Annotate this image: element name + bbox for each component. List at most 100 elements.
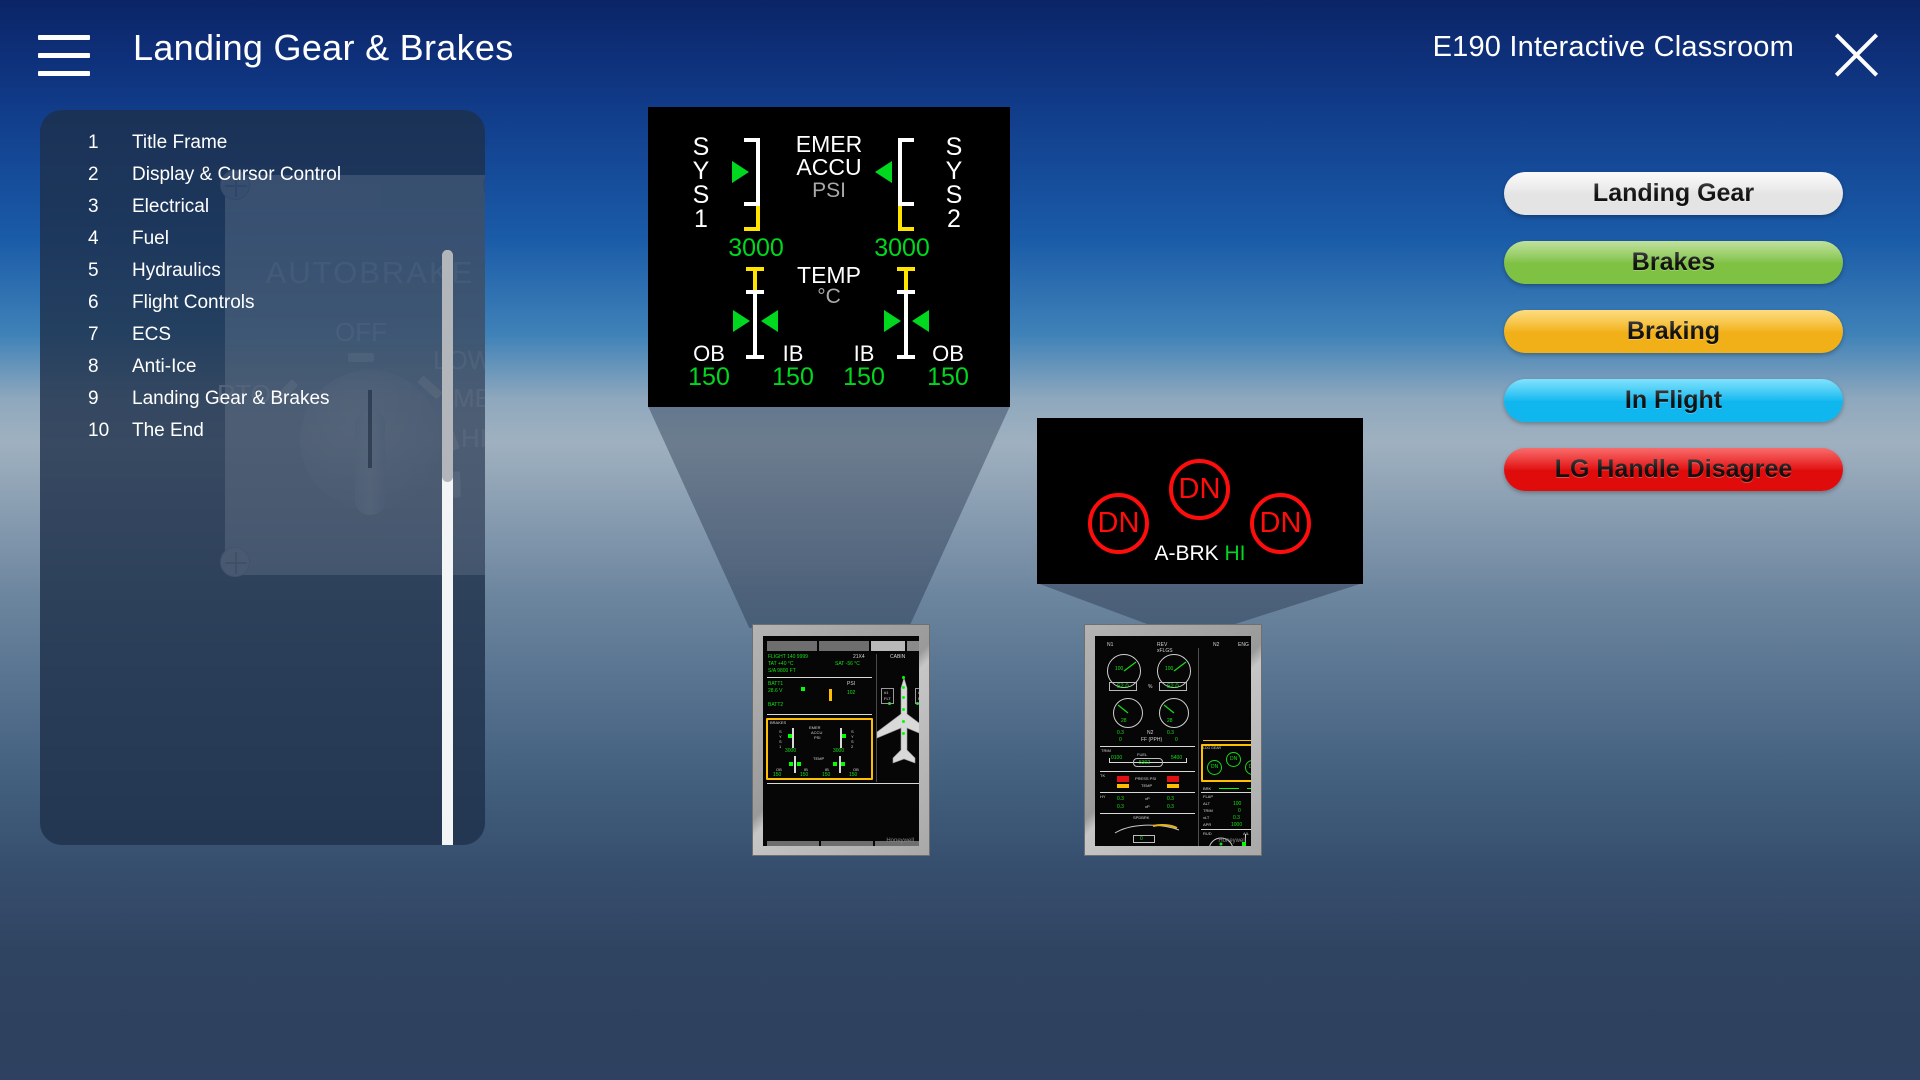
mfd-divider (767, 677, 872, 678)
abrk-value: HI (1224, 542, 1246, 565)
sidebar-item-label: The End (132, 420, 204, 441)
topic-button-column: Landing Gear Brakes Braking In Flight LG… (1504, 172, 1843, 517)
sys1-letter: Y (692, 157, 710, 185)
close-icon[interactable] (1828, 27, 1884, 83)
eicas-amber-line (1203, 740, 1251, 741)
sidebar-item-label: Landing Gear & Brakes (132, 388, 330, 409)
right-brake-tick-mid (897, 290, 915, 294)
left-ib-value: 150 (772, 363, 814, 391)
eicas-thumbnail-screen: N1 REV N2 xFLGS ENG 100 100 52.0 52.0 % (1095, 636, 1251, 846)
sidebar-item-number: 5 (88, 260, 99, 281)
topic-button-braking[interactable]: Braking (1504, 310, 1843, 353)
sidebar-item-display-cursor-control[interactable]: 2 Display & Cursor Control (40, 164, 460, 196)
sidebar-item-anti-ice[interactable]: 8 Anti-Ice (40, 356, 460, 388)
topic-button-lg-handle-disagree[interactable]: LG Handle Disagree (1504, 448, 1843, 491)
sidebar-item-number: 3 (88, 196, 99, 217)
mfd-tab-map (767, 641, 817, 651)
sidebar-item-flight-controls[interactable]: 6 Flight Controls (40, 292, 460, 324)
sys1-bracket-mid (744, 202, 760, 206)
sidebar-item-label: Hydraulics (132, 260, 221, 281)
eicas-brand-label: Honeywell (1218, 838, 1246, 844)
mfd-gauge (840, 728, 842, 748)
app-title: E190 Interactive Classroom (1432, 31, 1794, 63)
mfd-pointer (797, 762, 801, 766)
mfd-pointer (841, 762, 845, 766)
sidebar-item-label: Anti-Ice (132, 356, 197, 377)
sidebar-item-title-frame[interactable]: 1 Title Frame (40, 132, 460, 164)
sidebar-item-number: 10 (88, 420, 110, 441)
sys2-letter: S (945, 133, 963, 161)
brk-bar (1247, 788, 1251, 789)
sidebar-item-number: 1 (88, 132, 99, 153)
sidebar-item-landing-gear-brakes[interactable]: 9 Landing Gear & Brakes (40, 388, 460, 420)
sidebar-scrollbar[interactable] (442, 250, 453, 845)
topic-button-landing-gear[interactable]: Landing Gear (1504, 172, 1843, 215)
gear-indicator-nose: DN (1169, 459, 1230, 520)
mfd-pointer (788, 734, 792, 738)
panel-screw-icon (220, 547, 250, 577)
application-root: Landing Gear & Brakes E190 Interactive C… (0, 0, 1920, 1080)
eicas-divider (1100, 792, 1195, 793)
eicas-divider (1201, 829, 1251, 830)
navigation-sidebar: AUTOBRAKE OFF LOW MED HI RTO 1 Title Fra… (40, 110, 485, 845)
sidebar-lesson-list: 1 Title Frame 2 Display & Cursor Control… (40, 110, 460, 452)
sidebar-item-fuel[interactable]: 4 Fuel (40, 228, 460, 260)
sidebar-item-ecs[interactable]: 7 ECS (40, 324, 460, 356)
gear-dot (902, 708, 905, 711)
eicas-thumbnail[interactable]: N1 REV N2 xFLGS ENG 100 100 52.0 52.0 % (1084, 624, 1262, 856)
sys2-bracket-mid (898, 202, 914, 206)
gear-dot (902, 676, 905, 679)
left-ib-pointer-icon (761, 310, 778, 332)
sys2-letter: S (945, 181, 963, 209)
sidebar-scrollbar-thumb[interactable] (442, 250, 453, 482)
gear-dot (902, 696, 905, 699)
mfd-divider (767, 783, 919, 784)
hamburger-bar (38, 71, 90, 76)
topic-button-in-flight[interactable]: In Flight (1504, 379, 1843, 422)
sidebar-item-label: Display & Cursor Control (132, 164, 342, 185)
hamburger-menu-icon[interactable] (38, 35, 90, 77)
sidebar-item-the-end[interactable]: 10 The End (40, 420, 460, 452)
mfd-divider (767, 714, 872, 715)
left-brake-tick-mid (746, 290, 764, 294)
left-brake-tick-bottom (746, 355, 764, 359)
sidebar-item-number: 7 (88, 324, 99, 345)
sidebar-item-number: 6 (88, 292, 99, 313)
mfd-thumbnail[interactable]: FLIGHT 140 9999 TAT +40 °C S/A 9800 FT S… (752, 624, 930, 856)
left-brake-tick-top (746, 267, 764, 271)
emer-accu-title-line1: EMER (795, 131, 863, 157)
hamburger-bar (38, 35, 90, 40)
right-brake-tick-bottom (897, 355, 915, 359)
hamburger-bar (38, 53, 90, 58)
mfd-tab-extra (907, 641, 919, 651)
sidebar-item-number: 8 (88, 356, 99, 377)
eicas-divider (1100, 771, 1195, 772)
mfd-brand-label: Honeywell (886, 838, 914, 844)
sidebar-item-electrical[interactable]: 3 Electrical (40, 196, 460, 228)
sys1-letter: S (692, 133, 710, 161)
gear-dot (902, 732, 905, 735)
gauge-needle (1117, 704, 1129, 714)
spdbrk-readout (1133, 835, 1155, 843)
topic-button-brakes[interactable]: Brakes (1504, 241, 1843, 284)
mfd-softkey-tcas[interactable] (767, 841, 819, 846)
temp-value-right (1167, 784, 1179, 788)
trim-tick (1186, 758, 1187, 763)
sidebar-item-number: 2 (88, 164, 99, 185)
sidebar-item-label: Electrical (132, 196, 210, 217)
mfd-pointer (789, 762, 793, 766)
mfd-gauge (794, 756, 796, 773)
gauge-needle (1163, 704, 1175, 714)
sidebar-item-hydraulics[interactable]: 5 Hydraulics (40, 260, 460, 292)
mfd-softkey-refs[interactable] (821, 841, 873, 846)
sys2-pressure-value: 3000 (874, 234, 930, 262)
right-ib-pointer-icon (884, 310, 901, 332)
temp-unit: °C (817, 285, 841, 308)
sidebar-item-number: 9 (88, 388, 99, 409)
top-header-bar: Landing Gear & Brakes E190 Interactive C… (0, 0, 1920, 112)
sidebar-item-label: ECS (132, 324, 172, 345)
left-ob-pointer-icon (733, 310, 750, 332)
gear-dot (902, 686, 905, 689)
eicas-divider (1201, 792, 1251, 793)
sys2-bracket-bottom (898, 227, 914, 231)
